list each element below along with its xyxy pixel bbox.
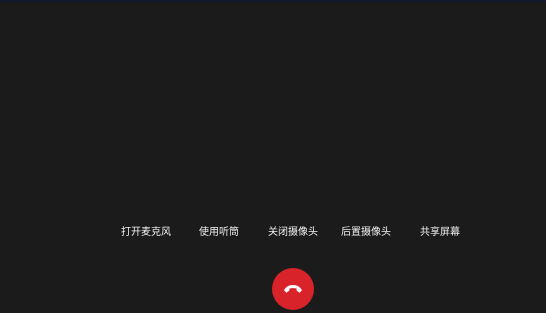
share-screen-button[interactable]: 共享屏幕 xyxy=(414,224,466,242)
switch-rear-camera-button[interactable]: 后置摄像头 xyxy=(336,224,396,242)
call-controls-bar: 打开麦克风 使用听筒 关闭摄像头 后置摄像头 共享屏幕 xyxy=(0,224,546,242)
top-status-strip xyxy=(0,0,546,2)
use-earpiece-button[interactable]: 使用听筒 xyxy=(194,224,244,242)
toggle-microphone-button[interactable]: 打开麦克风 xyxy=(116,224,176,242)
call-screen: 打开麦克风 使用听筒 关闭摄像头 后置摄像头 共享屏幕 xyxy=(0,0,546,313)
phone-hangup-icon xyxy=(283,284,303,294)
hang-up-button[interactable] xyxy=(272,268,314,310)
turn-off-camera-button[interactable]: 关闭摄像头 xyxy=(263,224,323,242)
